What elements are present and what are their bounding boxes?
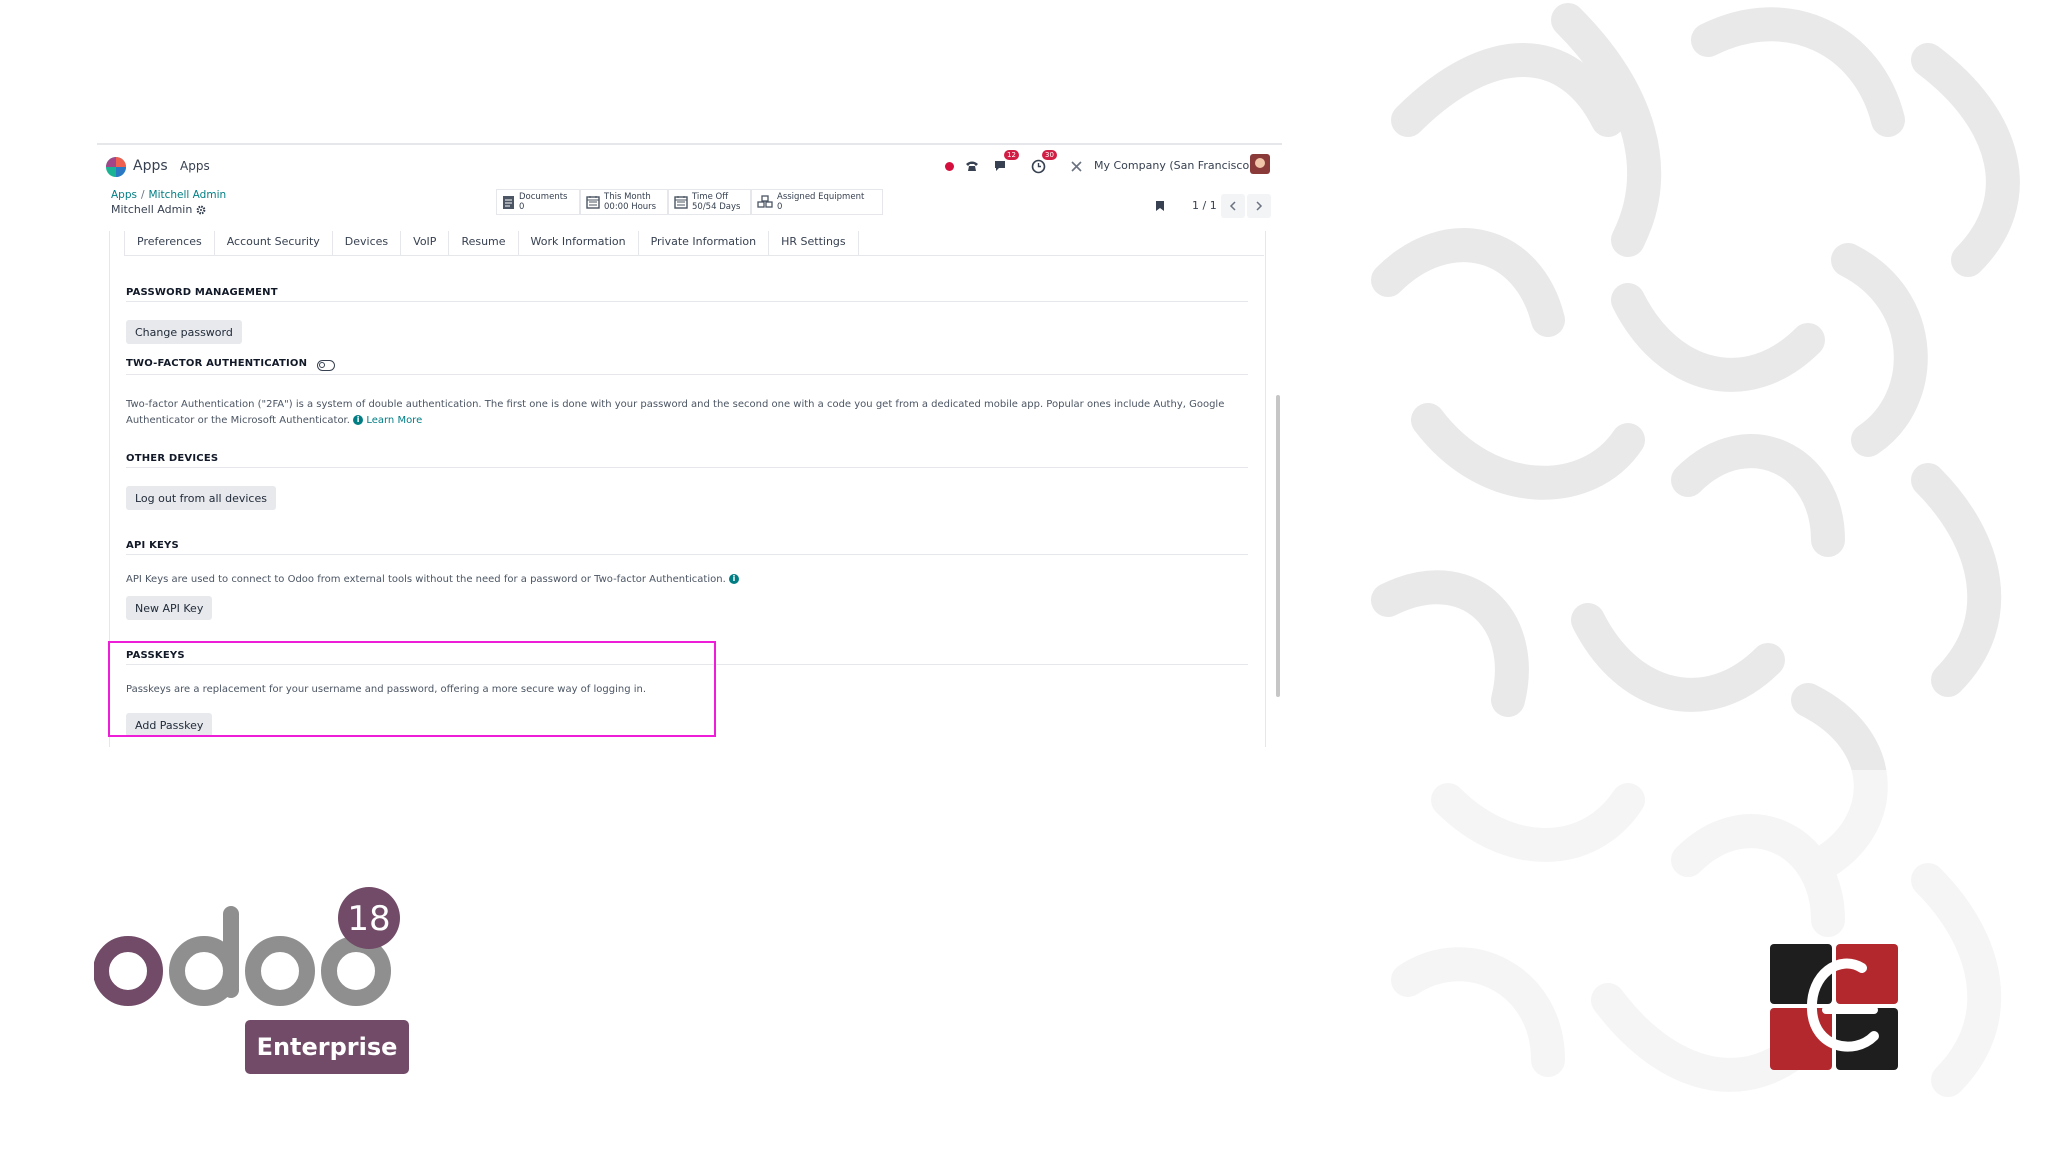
chat-badge: 12 <box>1004 150 1019 160</box>
smart-button-assigned-equipment[interactable]: Assigned Equipment 0 <box>751 189 883 215</box>
debug-tools-icon[interactable] <box>1070 154 1083 178</box>
enterprise-badge: Enterprise <box>245 1020 409 1074</box>
breadcrumb-separator: / <box>140 189 145 201</box>
tab-private-information[interactable]: Private Information <box>637 231 769 255</box>
tab-devices[interactable]: Devices <box>331 231 400 255</box>
activity-badge: 30 <box>1042 150 1057 160</box>
api-keys-text: API Keys are used to connect to Odoo fro… <box>126 574 726 585</box>
smart-button-value: 50/54 Days <box>692 202 741 212</box>
breadcrumb-current[interactable]: Mitchell Admin <box>149 189 227 201</box>
record-title: Mitchell Admin <box>111 203 206 216</box>
tab-preferences[interactable]: Preferences <box>124 231 214 255</box>
tab-account-security[interactable]: Account Security <box>213 231 332 255</box>
smart-button-label: This Month <box>604 192 651 202</box>
api-keys-title: API KEYS <box>126 540 179 551</box>
chat-icon[interactable]: 12 <box>993 150 1019 178</box>
section-divider <box>126 374 1248 375</box>
pager-next-button[interactable] <box>1247 194 1271 218</box>
odoo-version-badge: 18 <box>347 899 390 939</box>
smart-button-documents[interactable]: Documents 0 <box>496 189 580 215</box>
smart-button-this-month[interactable]: This Month 00:00 Hours <box>580 189 668 215</box>
activity-clock-icon[interactable]: 30 <box>1031 150 1057 178</box>
info-icon: i <box>353 415 364 425</box>
cubes-icon <box>757 195 773 208</box>
new-api-key-button[interactable]: New API Key <box>126 596 213 620</box>
calendar-icon <box>674 196 688 209</box>
section-divider <box>126 467 1248 468</box>
smart-button-label: Assigned Equipment <box>777 192 865 202</box>
calendar-icon <box>586 196 600 209</box>
section-divider <box>126 301 1248 302</box>
breadcrumb: Apps / Mitchell Admin <box>111 189 226 201</box>
password-management-title: PASSWORD MANAGEMENT <box>126 287 278 298</box>
decorative-swirl-background <box>1368 3 2048 1152</box>
two-factor-text-line2: Authenticator or the Microsoft Authentic… <box>126 415 350 426</box>
smart-button-value: 0 <box>519 202 525 212</box>
tab-work-information[interactable]: Work Information <box>517 231 638 255</box>
chevron-right-icon <box>1256 201 1263 211</box>
tab-hr-settings[interactable]: HR Settings <box>768 231 859 255</box>
pager-value[interactable]: 1 / 1 <box>1192 199 1217 212</box>
company-switcher[interactable]: My Company (San Francisco) <box>1094 159 1253 172</box>
chevron-left-icon <box>1229 201 1236 211</box>
breadcrumb-apps[interactable]: Apps <box>111 189 137 201</box>
two-factor-text: Two-factor Authentication ("2FA") is a s… <box>126 399 1225 410</box>
document-icon <box>503 195 514 209</box>
two-factor-description: Two-factor Authentication ("2FA") is a s… <box>126 397 1256 429</box>
change-password-button[interactable]: Change password <box>126 320 242 344</box>
other-devices-title: OTHER DEVICES <box>126 453 219 464</box>
app-brand[interactable]: Apps <box>133 158 168 174</box>
logout-all-devices-button[interactable]: Log out from all devices <box>126 486 276 510</box>
pager-previous-button[interactable] <box>1221 194 1245 218</box>
passkeys-highlight-box <box>108 641 716 737</box>
tab-voip[interactable]: VoIP <box>400 231 448 255</box>
tab-resume[interactable]: Resume <box>448 231 517 255</box>
control-panel: Apps / Mitchell Admin Mitchell Admin Docum… <box>97 185 1282 225</box>
smart-button-time-off[interactable]: Time Off 50/54 Days <box>668 189 751 215</box>
gear-icon[interactable] <box>196 205 206 215</box>
scrollbar[interactable] <box>1276 395 1280 697</box>
phone-icon[interactable] <box>965 154 979 178</box>
apps-menu-icon[interactable] <box>105 156 127 178</box>
two-factor-toggle[interactable] <box>317 360 335 371</box>
learn-more-link[interactable]: Learn More <box>366 415 422 426</box>
smart-button-value: 0 <box>777 202 783 212</box>
two-factor-title: TWO-FACTOR AUTHENTICATION <box>126 358 308 369</box>
menu-apps[interactable]: Apps <box>180 159 210 173</box>
company-logo <box>1770 944 1898 1070</box>
record-name: Mitchell Admin <box>111 203 193 216</box>
user-avatar[interactable] <box>1250 154 1270 174</box>
info-icon[interactable]: i <box>728 574 739 584</box>
bookmark-icon[interactable] <box>1155 200 1165 212</box>
notebook-tabs: Preferences Account Security Devices VoI… <box>124 231 1264 256</box>
top-navbar: Apps Apps 12 30 My Company (San Francisc… <box>97 145 1282 185</box>
smart-button-label: Documents <box>519 192 568 202</box>
section-divider <box>126 554 1248 555</box>
smart-button-value: 00:00 Hours <box>604 202 657 212</box>
api-keys-description: API Keys are used to connect to Odoo fro… <box>126 572 739 588</box>
record-indicator-icon[interactable] <box>945 154 954 178</box>
smart-button-label: Time Off <box>692 192 729 202</box>
